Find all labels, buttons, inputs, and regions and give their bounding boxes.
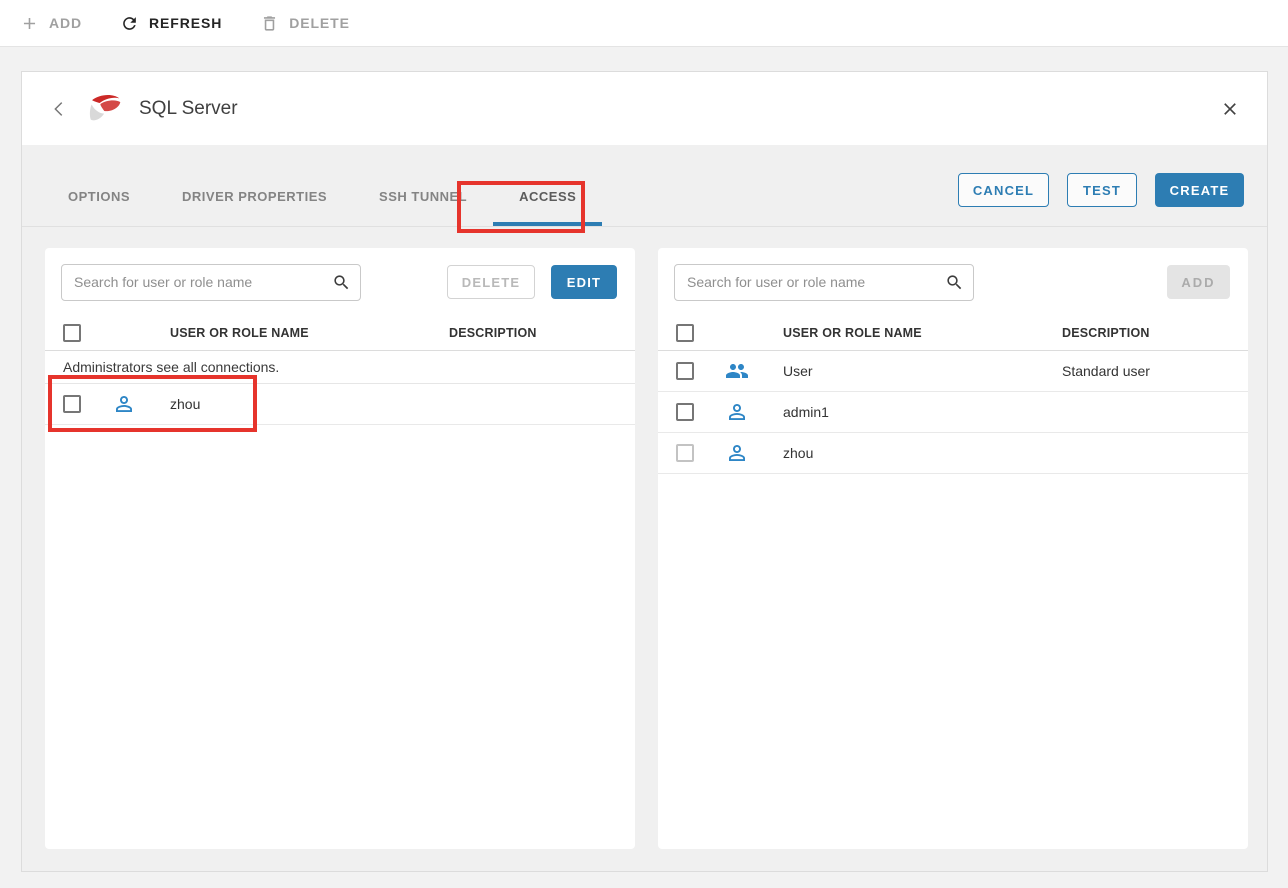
user-icon <box>725 400 749 424</box>
grant-edit-button[interactable]: EDIT <box>551 265 617 299</box>
test-button[interactable]: TEST <box>1067 173 1137 207</box>
available-table-row-admin1[interactable]: admin1 <box>658 392 1248 433</box>
team-icon <box>725 359 749 383</box>
create-button[interactable]: CREATE <box>1155 173 1244 207</box>
available-search <box>674 264 974 301</box>
dialog-action-buttons: CANCEL TEST CREATE <box>958 173 1244 207</box>
grant-delete-button[interactable]: DELETE <box>447 265 535 299</box>
granted-table-header: USER OR ROLE NAME DESCRIPTION <box>45 316 635 351</box>
user-icon <box>725 441 749 465</box>
tab-access-label: ACCESS <box>519 189 576 204</box>
granted-access-panel: DELETE EDIT USER OR ROLE NAME DESCRIPTIO… <box>45 248 635 849</box>
connection-dialog: SQL Server OPTIONS DRIVER PROPERTIES SSH… <box>21 71 1268 872</box>
cancel-button[interactable]: CANCEL <box>958 173 1049 207</box>
available-table-row-zhou[interactable]: zhou <box>658 433 1248 474</box>
admins-info-text: Administrators see all connections. <box>45 351 635 384</box>
delete-button[interactable]: DELETE <box>260 14 350 33</box>
tab-ssh-tunnel-label: SSH TUNNEL <box>379 189 467 204</box>
row-checkbox-disabled[interactable] <box>676 444 694 462</box>
user-icon <box>112 392 136 416</box>
top-toolbar: ADD REFRESH DELETE <box>0 0 1288 47</box>
column-header-name: USER OR ROLE NAME <box>149 326 443 340</box>
tab-ssh-tunnel[interactable]: SSH TUNNEL <box>353 166 493 226</box>
tab-options-label: OPTIONS <box>68 189 130 204</box>
select-all-checkbox[interactable] <box>63 324 81 342</box>
row-description: Standard user <box>1056 363 1248 379</box>
trash-icon <box>260 14 279 33</box>
refresh-button[interactable]: REFRESH <box>120 14 222 33</box>
available-search-input[interactable] <box>674 264 974 301</box>
sql-server-logo-icon <box>87 93 123 125</box>
add-button-label: ADD <box>49 15 82 31</box>
row-checkbox[interactable] <box>676 403 694 421</box>
available-panel-toolbar: ADD <box>658 248 1248 316</box>
refresh-icon <box>120 14 139 33</box>
granted-search <box>61 264 361 301</box>
refresh-button-label: REFRESH <box>149 15 222 31</box>
granted-search-input[interactable] <box>61 264 361 301</box>
granted-panel-toolbar: DELETE EDIT <box>45 248 635 316</box>
row-name: zhou <box>149 396 443 412</box>
tab-driver-properties-label: DRIVER PROPERTIES <box>182 189 327 204</box>
dialog-tab-bar: OPTIONS DRIVER PROPERTIES SSH TUNNEL ACC… <box>22 145 1267 227</box>
tab-options[interactable]: OPTIONS <box>42 166 156 226</box>
column-header-name: USER OR ROLE NAME <box>762 326 1056 340</box>
tab-access[interactable]: ACCESS <box>493 166 602 226</box>
plus-icon <box>20 14 39 33</box>
row-name: admin1 <box>762 404 1056 420</box>
active-tab-indicator <box>493 222 602 226</box>
granted-table-row-zhou[interactable]: zhou <box>45 384 635 425</box>
available-table-row-user[interactable]: User Standard user <box>658 351 1248 392</box>
column-header-description: DESCRIPTION <box>1056 326 1248 340</box>
dialog-header: SQL Server <box>22 72 1267 145</box>
row-checkbox[interactable] <box>676 362 694 380</box>
row-checkbox[interactable] <box>63 395 81 413</box>
row-name: User <box>762 363 1056 379</box>
available-users-panel: ADD USER OR ROLE NAME DESCRIPTION User S… <box>658 248 1248 849</box>
column-header-description: DESCRIPTION <box>443 326 635 340</box>
dialog-title: SQL Server <box>139 98 238 120</box>
add-button[interactable]: ADD <box>20 14 82 33</box>
tab-driver-properties[interactable]: DRIVER PROPERTIES <box>156 166 353 226</box>
close-icon[interactable] <box>1220 99 1240 119</box>
back-icon[interactable] <box>48 98 70 120</box>
select-all-checkbox[interactable] <box>676 324 694 342</box>
available-table-header: USER OR ROLE NAME DESCRIPTION <box>658 316 1248 351</box>
delete-button-label: DELETE <box>289 15 350 31</box>
grant-add-button[interactable]: ADD <box>1167 265 1230 299</box>
row-name: zhou <box>762 445 1056 461</box>
